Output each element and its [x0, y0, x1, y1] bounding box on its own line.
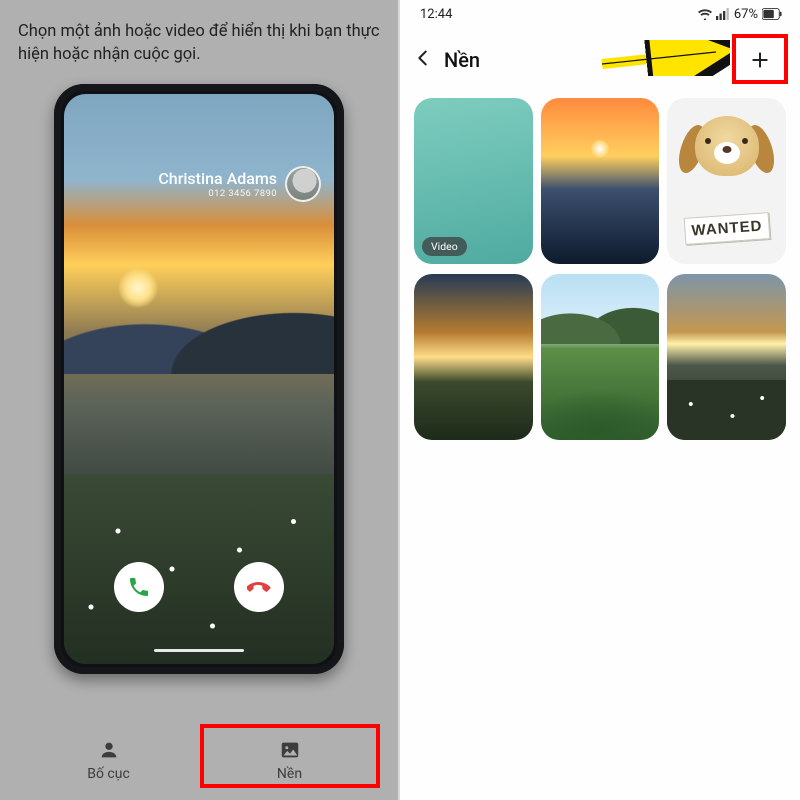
caller-number: 012 3456 7890 [158, 188, 277, 199]
tab-background[interactable]: Nền [199, 739, 380, 782]
phone-decline-icon [247, 575, 271, 599]
tab-layout-label: Bố cục [87, 766, 130, 782]
incoming-call-preview: Christina Adams 012 3456 7890 [64, 94, 334, 664]
back-button[interactable] [412, 47, 434, 73]
gesture-bar [154, 649, 244, 653]
status-bar: 12:44 67% [400, 0, 800, 28]
phone-accept-icon [127, 575, 151, 599]
person-icon [98, 739, 120, 761]
tab-background-label: Nền [277, 766, 302, 782]
background-option-teal[interactable]: Video [414, 98, 533, 264]
mountain-artwork [64, 244, 334, 374]
background-option-meadow-sunset[interactable] [667, 274, 786, 440]
accept-call-button[interactable] [114, 562, 164, 612]
background-option-sunset-sea[interactable] [541, 98, 660, 264]
phone-mockup: Christina Adams 012 3456 7890 [54, 84, 344, 674]
background-option-valley-train[interactable] [541, 274, 660, 440]
caller-info: Christina Adams 012 3456 7890 [158, 166, 321, 202]
background-option-dog-wanted[interactable]: WANTED [667, 98, 786, 264]
screen-background-picker: 12:44 67% Nền [400, 0, 800, 800]
image-icon [279, 739, 301, 761]
background-grid: Video WANTED [400, 98, 800, 440]
header: Nền [400, 28, 800, 92]
caller-name: Christina Adams [158, 169, 277, 188]
tab-layout[interactable]: Bố cục [18, 739, 199, 782]
signal-icon [716, 8, 730, 20]
screen-call-background-preview: Chọn một ảnh hoặc video để hiển thị khi … [0, 0, 400, 800]
page-title: Nền [444, 48, 480, 72]
bottom-tab-bar: Bố cục Nền [18, 720, 380, 800]
battery-icon [762, 8, 782, 20]
chevron-left-icon [412, 47, 434, 69]
plus-icon [750, 50, 770, 70]
instruction-text: Chọn một ảnh hoặc video để hiển thị khi … [18, 20, 380, 66]
status-battery-text: 67% [734, 7, 758, 22]
wifi-icon [698, 8, 712, 20]
add-background-button[interactable] [738, 38, 782, 82]
video-badge: Video [422, 237, 467, 256]
wanted-sign-text: WANTED [683, 212, 770, 245]
status-time: 12:44 [420, 7, 452, 22]
background-option-dawn-hills[interactable] [414, 274, 533, 440]
decline-call-button[interactable] [234, 562, 284, 612]
caller-avatar [285, 166, 321, 202]
